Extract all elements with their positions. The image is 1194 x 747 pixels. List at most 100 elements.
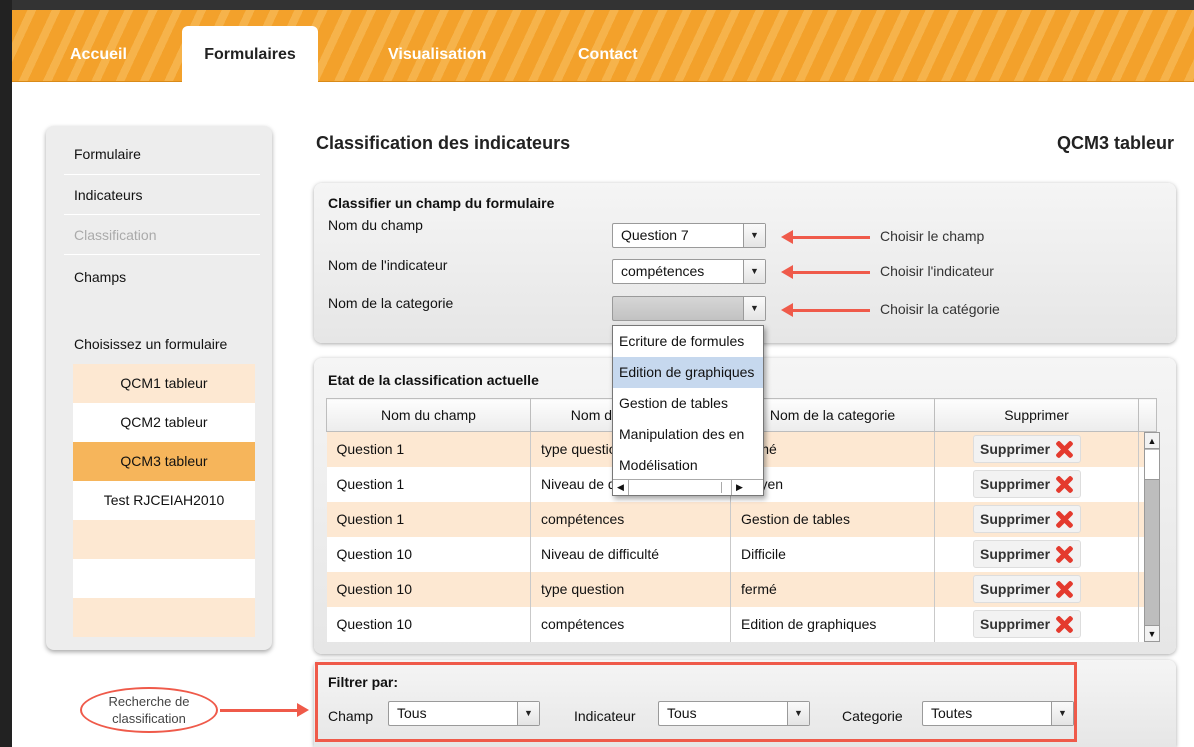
cell-indicator: Niveau de difficulté [530,536,731,572]
indicator-select-value: compétences [621,263,705,279]
indicator-select[interactable]: compétences ▼ [612,259,766,284]
delete-label: Supprimer [980,441,1051,458]
delete-button[interactable]: Supprimer [973,470,1082,498]
chevron-down-icon: ▼ [743,224,765,247]
scroll-down-icon[interactable]: ▼ [1145,625,1159,641]
cell-delete: Supprimer [934,466,1139,502]
annotation-arrow [781,265,870,279]
table-row: Question 10 type question fermé Supprime… [326,571,1157,607]
sidebar: Formulaire Indicateurs Classification Ch… [46,126,272,650]
form-item-qcm3[interactable]: QCM3 tableur [73,442,255,481]
cell-category: Difficile [730,536,935,572]
cell-indicator: compétences [530,606,731,642]
cell-delete: Supprimer [934,571,1139,607]
filter-champ-select[interactable]: Tous ▼ [388,701,540,726]
cell-field: Question 1 [326,431,531,467]
cell-delete: Supprimer [934,501,1139,537]
cell-delete: Supprimer [934,606,1139,642]
delete-x-icon [1054,510,1074,528]
divider [64,214,260,215]
delete-button[interactable]: Supprimer [973,435,1082,464]
table-row: Question 10 Niveau de difficulté Diffici… [326,536,1157,572]
search-annotation-bubble: Recherche de classification [80,687,218,733]
cell-field: Question 1 [326,466,531,502]
sidebar-item-indicateurs[interactable]: Indicateurs [74,187,142,203]
table-scrollbar[interactable]: ▲ ▼ [1144,432,1160,642]
cell-field: Question 10 [326,571,531,607]
form-item-qcm2[interactable]: QCM2 tableur [73,403,255,442]
annotation-arrow [220,703,309,717]
field-select[interactable]: Question 7 ▼ [612,223,766,248]
column-header[interactable]: Supprimer [934,398,1139,432]
state-title: Etat de la classification actuelle [328,372,539,388]
dropdown-hscrollbar[interactable]: ◀ ▶ [613,479,763,495]
field-name-label: Nom du champ [328,217,423,233]
form-list: QCM1 tableur QCM2 tableur QCM3 tableur T… [73,364,255,637]
scroll-up-icon[interactable]: ▲ [1145,433,1159,449]
delete-button[interactable]: Supprimer [973,540,1082,568]
top-nav: Accueil Formulaires Visualisation Contac… [12,10,1194,83]
divider [64,174,260,175]
sidebar-item-champs[interactable]: Champs [74,269,126,285]
delete-button[interactable]: Supprimer [973,610,1082,638]
classify-title: Classifier un champ du formulaire [328,195,555,211]
window-frame-top [0,0,1194,10]
form-item-empty [73,559,255,598]
cell-indicator: compétences [530,501,731,537]
scroll-left-icon[interactable]: ◀ [613,480,629,495]
delete-x-icon [1054,580,1074,598]
annotation-choose-field: Choisir le champ [880,228,985,244]
delete-x-icon [1054,615,1074,633]
table-row: Question 1 compétences Gestion de tables… [326,501,1157,537]
chevron-down-icon: ▼ [787,702,809,725]
divider [64,254,260,255]
delete-label: Supprimer [980,476,1051,492]
delete-x-icon [1054,440,1074,458]
category-select[interactable]: ▼ [612,296,766,321]
chevron-down-icon: ▼ [743,260,765,283]
scroll-thumb[interactable] [1145,450,1159,480]
page-title: Classification des indicateurs [316,133,571,153]
dropdown-option[interactable]: Manipulation des en [613,419,763,450]
form-item-empty [73,598,255,637]
tab-contact[interactable]: Contact [578,45,638,82]
dropdown-option[interactable]: Ecriture de formules [613,326,763,357]
annotation-arrow [781,303,870,317]
cell-field: Question 10 [326,606,531,642]
scroll-track-marker [721,482,722,493]
chevron-down-icon: ▼ [743,297,765,320]
form-item-test[interactable]: Test RJCEIAH2010 [73,481,255,520]
category-dropdown-list: Ecriture de formules Edition de graphiqu… [612,325,764,496]
table-row: Question 10 compétences Edition de graph… [326,606,1157,642]
filter-categorie-select[interactable]: Toutes ▼ [922,701,1074,726]
tab-formulaires[interactable]: Formulaires [182,26,318,83]
scroll-right-icon[interactable]: ▶ [731,480,747,495]
sidebar-item-formulaire[interactable]: Formulaire [74,146,141,162]
delete-label: Supprimer [980,616,1051,632]
cell-field: Question 10 [326,536,531,572]
filter-indicateur-value: Tous [667,705,697,721]
form-item-qcm1[interactable]: QCM1 tableur [73,364,255,403]
cell-category: fermé [730,571,935,607]
column-header[interactable]: Nom du champ [326,398,531,432]
dropdown-option-highlighted[interactable]: Edition de graphiques [613,357,763,388]
delete-button[interactable]: Supprimer [973,505,1082,533]
delete-x-icon [1054,545,1074,563]
delete-button[interactable]: Supprimer [973,575,1082,603]
delete-label: Supprimer [980,581,1051,597]
dropdown-option[interactable]: Modélisation [613,450,763,481]
tab-visualisation[interactable]: Visualisation [388,45,486,82]
filter-indicateur-select[interactable]: Tous ▼ [658,701,810,726]
form-item-empty [73,520,255,559]
tab-accueil[interactable]: Accueil [70,45,127,82]
column-header-spacer [1138,398,1157,432]
dropdown-option[interactable]: Gestion de tables [613,388,763,419]
window-frame-left [0,0,12,747]
category-name-label: Nom de la categorie [328,295,454,311]
cell-indicator: type question [530,571,731,607]
annotation-arrow [781,230,870,244]
current-form-name: QCM3 tableur [1056,133,1174,153]
chevron-down-icon: ▼ [517,702,539,725]
cell-category: Gestion de tables [730,501,935,537]
delete-label: Supprimer [980,546,1051,562]
